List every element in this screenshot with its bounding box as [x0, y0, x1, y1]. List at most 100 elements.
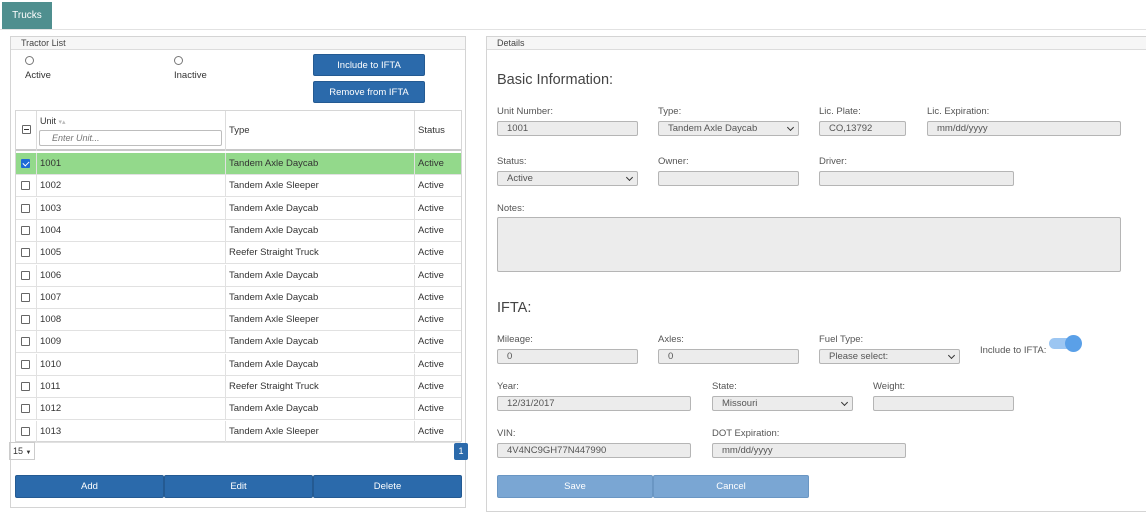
cell-status: Active: [418, 358, 444, 370]
notes-label: Notes:: [497, 203, 525, 214]
page-number-button[interactable]: 1: [454, 443, 468, 460]
table-row[interactable]: 1001 Tandem Axle Daycab Active: [16, 153, 461, 175]
lic-expiration-label: Lic. Expiration:: [927, 106, 990, 117]
cell-status: Active: [418, 336, 444, 348]
sort-icon: ▾▴: [58, 119, 66, 126]
owner-field[interactable]: [658, 171, 799, 186]
cell-status: Active: [418, 314, 444, 326]
cell-type: Tandem Axle Sleeper: [229, 314, 319, 326]
row-checkbox[interactable]: [21, 248, 30, 258]
table-row[interactable]: 1005 Reefer Straight Truck Active: [16, 242, 461, 265]
table-row[interactable]: 1012 Tandem Axle Daycab Active: [16, 398, 461, 421]
table-row[interactable]: 1009 Tandem Axle Daycab Active: [16, 331, 461, 354]
cell-status: Active: [418, 403, 444, 415]
mileage-field[interactable]: 0: [497, 349, 638, 364]
type-label: Type:: [658, 106, 682, 117]
year-field[interactable]: 12/31/2017: [497, 396, 691, 411]
year-label: Year:: [497, 381, 519, 392]
edit-button[interactable]: Edit: [164, 475, 313, 498]
cell-unit: 1005: [40, 247, 62, 259]
row-checkbox[interactable]: [21, 181, 30, 191]
column-header-status[interactable]: Status: [418, 125, 445, 136]
filter-inactive-label: Inactive: [174, 70, 207, 81]
row-checkbox[interactable]: [21, 159, 30, 168]
cancel-button[interactable]: Cancel: [653, 475, 809, 498]
cell-unit: 1003: [40, 202, 62, 214]
cell-type: Tandem Axle Sleeper: [229, 425, 319, 437]
row-checkbox[interactable]: [21, 292, 30, 302]
cell-type: Tandem Axle Daycab: [229, 403, 319, 415]
axles-label: Axles:: [658, 334, 684, 345]
table-row[interactable]: 1003 Tandem Axle Daycab Active: [16, 197, 461, 220]
cell-status: Active: [418, 180, 444, 192]
tab-trucks[interactable]: Trucks: [2, 2, 52, 29]
row-checkbox[interactable]: [21, 426, 30, 436]
row-checkbox[interactable]: [21, 337, 30, 347]
cell-unit: 1002: [40, 180, 62, 192]
cell-type: Tandem Axle Sleeper: [229, 180, 319, 192]
table-row[interactable]: 1002 Tandem Axle Sleeper Active: [16, 175, 461, 198]
table-row[interactable]: 1004 Tandem Axle Daycab Active: [16, 219, 461, 242]
status-label: Status:: [497, 156, 527, 167]
column-header-unit[interactable]: Unit ▾▴: [40, 116, 66, 126]
grid-header: Unit ▾▴ Type Status: [16, 111, 461, 151]
notes-textarea[interactable]: [497, 217, 1121, 272]
table-row[interactable]: 1008 Tandem Axle Sleeper Active: [16, 309, 461, 332]
row-checkbox[interactable]: [21, 382, 30, 391]
owner-label: Owner:: [658, 156, 689, 167]
weight-field[interactable]: [873, 396, 1014, 411]
filter-inactive-radio[interactable]: [174, 56, 183, 65]
fuel-type-select[interactable]: Please select:: [819, 349, 960, 364]
cell-type: Tandem Axle Daycab: [229, 269, 319, 281]
table-row[interactable]: 1013 Tandem Axle Sleeper Active: [16, 420, 461, 443]
row-checkbox[interactable]: [21, 270, 30, 280]
caret-down-icon: ▼: [25, 450, 32, 456]
row-checkbox[interactable]: [21, 404, 30, 414]
cell-type: Tandem Axle Daycab: [229, 358, 319, 370]
table-row[interactable]: 1010 Tandem Axle Daycab Active: [16, 353, 461, 376]
tractor-grid: Unit ▾▴ Type Status 1001 Tandem Axle Dayc…: [15, 110, 462, 443]
row-checkbox[interactable]: [21, 315, 30, 325]
page-size-select[interactable]: 15 ▼: [9, 442, 35, 460]
table-row[interactable]: 1011 Reefer Straight Truck Active: [16, 376, 461, 398]
lic-expiration-field[interactable]: mm/dd/yyyy: [927, 121, 1121, 136]
dot-expiration-field[interactable]: mm/dd/yyyy: [712, 443, 906, 458]
state-select[interactable]: Missouri: [712, 396, 853, 411]
include-to-ifta-button[interactable]: Include to IFTA: [313, 54, 425, 76]
fuel-type-label: Fuel Type:: [819, 334, 864, 345]
driver-field[interactable]: [819, 171, 1014, 186]
column-header-unit-label: Unit: [40, 116, 57, 126]
unit-number-field[interactable]: 1001: [497, 121, 638, 136]
status-select[interactable]: Active: [497, 171, 638, 186]
lic-plate-field[interactable]: CO,13792: [819, 121, 906, 136]
axles-field[interactable]: 0: [658, 349, 799, 364]
type-select[interactable]: Tandem Axle Daycab: [658, 121, 799, 136]
delete-button[interactable]: Delete: [313, 475, 462, 498]
row-checkbox[interactable]: [21, 359, 30, 369]
add-button[interactable]: Add: [15, 475, 164, 498]
select-all-checkbox[interactable]: [22, 125, 31, 134]
mileage-label: Mileage:: [497, 334, 533, 345]
cell-status: Active: [418, 381, 444, 392]
include-to-ifta-label: Include to IFTA:: [980, 345, 1047, 356]
cell-unit: 1010: [40, 358, 62, 370]
filter-active-label: Active: [25, 70, 51, 81]
vin-field[interactable]: 4V4NC9GH77N447990: [497, 443, 691, 458]
table-row[interactable]: 1006 Tandem Axle Daycab Active: [16, 264, 461, 287]
cell-unit: 1009: [40, 336, 62, 348]
table-row[interactable]: 1007 Tandem Axle Daycab Active: [16, 286, 461, 309]
remove-from-ifta-button[interactable]: Remove from IFTA: [313, 81, 425, 103]
include-to-ifta-toggle[interactable]: [1047, 335, 1085, 352]
tractor-list-title: Tractor List: [11, 37, 465, 50]
column-header-type[interactable]: Type: [229, 125, 250, 136]
unit-filter-input[interactable]: [39, 130, 222, 146]
row-checkbox[interactable]: [21, 203, 30, 213]
cell-status: Active: [418, 425, 444, 437]
filter-active-radio[interactable]: [25, 56, 34, 65]
save-button[interactable]: Save: [497, 475, 653, 498]
cell-status: Active: [418, 291, 444, 303]
state-label: State:: [712, 381, 737, 392]
basic-information-heading: Basic Information:: [497, 72, 614, 88]
cell-type: Tandem Axle Daycab: [229, 224, 319, 236]
row-checkbox[interactable]: [21, 225, 30, 235]
